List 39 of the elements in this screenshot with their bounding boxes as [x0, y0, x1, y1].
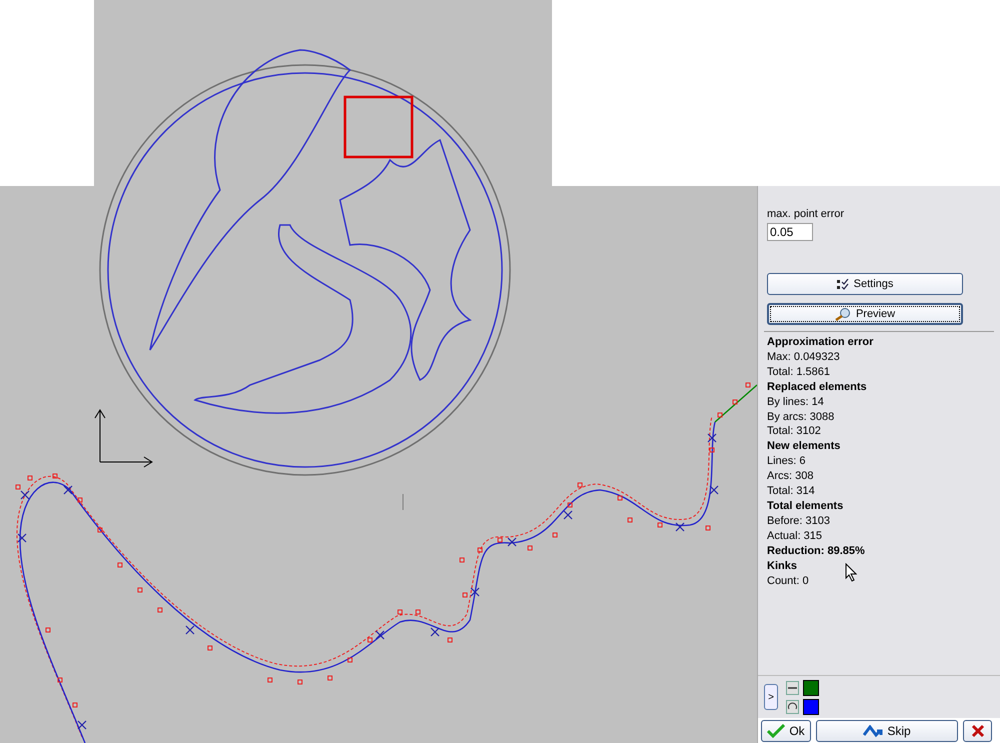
selection-frame — [344, 96, 414, 158]
stats-line: Actual: 315 — [767, 528, 822, 544]
stats-line: Max: 0.049323 — [767, 350, 840, 365]
close-icon — [970, 724, 984, 738]
preview-button[interactable]: Preview — [767, 303, 963, 325]
stats-heading: New elements — [767, 439, 840, 454]
search-icon — [834, 307, 851, 321]
skip-arrow-icon — [863, 724, 884, 738]
stats-heading: Replaced elements — [767, 380, 867, 395]
drawing-canvas[interactable] — [0, 0, 757, 743]
axes-icon — [94, 409, 153, 468]
ok-button[interactable]: Ok — [761, 720, 811, 742]
skip-button[interactable]: Skip — [816, 720, 958, 742]
cancel-button[interactable] — [963, 720, 992, 742]
color-swatch[interactable] — [803, 698, 819, 714]
stats-line: Lines: 6 — [767, 454, 806, 470]
cursor-mark — [402, 494, 404, 510]
field-label: max. point error — [767, 208, 846, 220]
color-swatch[interactable] — [803, 680, 819, 696]
arc-tool-icon[interactable] — [786, 700, 799, 714]
stats-line: Total: 314 — [767, 484, 815, 499]
stats-line: Total: 1.5861 — [767, 364, 830, 380]
input-field[interactable]: 0.05 — [767, 223, 813, 241]
stats-line: By lines: 14 — [767, 394, 824, 410]
checklist-icon — [836, 278, 849, 290]
expand-button[interactable]: > — [764, 684, 778, 710]
stats-line: By arcs: 3088 — [767, 410, 834, 424]
checkmark-icon — [767, 724, 786, 738]
stats-line: Count: 0 — [767, 574, 809, 588]
stats-heading: Reduction: 89.85% — [767, 544, 865, 559]
stats-heading: Kinks — [767, 558, 797, 574]
line-tool-icon[interactable] — [786, 680, 799, 694]
stats-heading: Approximation error — [767, 335, 874, 350]
pointer-icon — [845, 563, 857, 582]
stats-line: Total: 3102 — [767, 424, 821, 440]
settings-button[interactable]: Settings — [767, 273, 963, 295]
stats-heading: Total elements — [767, 498, 844, 514]
stats-line: Before: 3103 — [767, 514, 830, 529]
stats-line: Arcs: 308 — [767, 469, 814, 484]
